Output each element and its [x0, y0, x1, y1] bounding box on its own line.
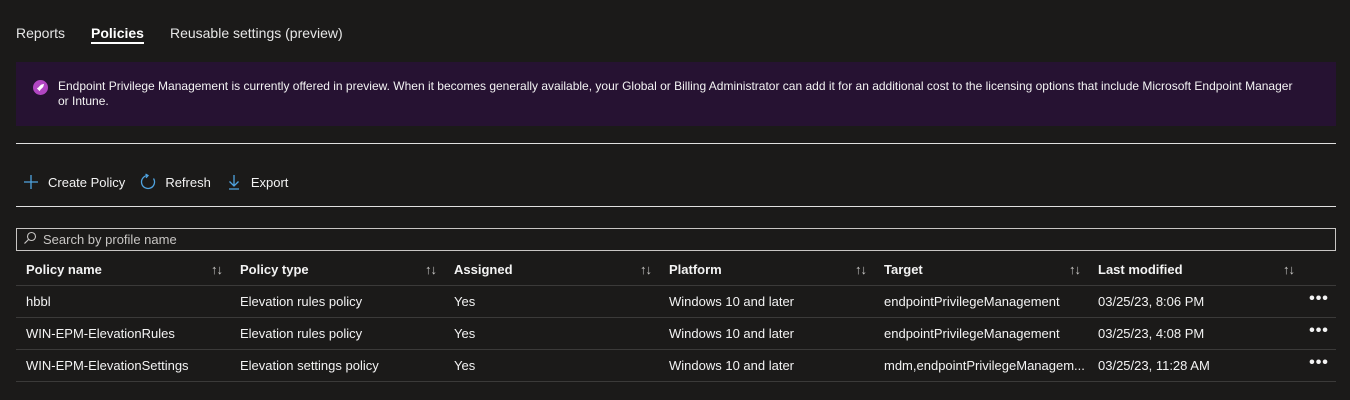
- more-options-icon[interactable]: •••: [1302, 322, 1336, 340]
- banner-message: Endpoint Privilege Management is current…: [58, 79, 1293, 108]
- policy-type-cell: Elevation settings policy: [240, 358, 379, 373]
- preview-banner: Endpoint Privilege Management is current…: [16, 62, 1336, 126]
- sort-icon[interactable]: ↑↓: [425, 262, 437, 277]
- column-label: Target: [884, 262, 923, 277]
- divider: [16, 143, 1336, 144]
- command-bar: Create Policy Refresh Export: [22, 170, 302, 194]
- last-modified-cell: 03/25/23, 4:08 PM: [1098, 326, 1205, 341]
- column-label: Policy type: [240, 262, 309, 277]
- tab-reusable-settings[interactable]: Reusable settings (preview): [170, 0, 343, 41]
- search-icon: [23, 231, 37, 248]
- column-label: Last modified: [1098, 262, 1183, 277]
- column-label: Platform: [669, 262, 722, 277]
- plus-icon: [22, 173, 40, 191]
- export-button[interactable]: Export: [225, 173, 289, 191]
- policy-type-cell: Elevation rules policy: [240, 294, 363, 309]
- column-header-policy-type[interactable]: Policy type ↑↓: [230, 262, 444, 277]
- refresh-label: Refresh: [165, 174, 211, 190]
- sort-icon[interactable]: ↑↓: [1069, 262, 1081, 277]
- refresh-button[interactable]: Refresh: [139, 173, 211, 191]
- more-options-icon[interactable]: •••: [1302, 290, 1336, 308]
- policy-name-cell[interactable]: WIN-EPM-ElevationSettings: [16, 358, 230, 373]
- assigned-cell: Yes: [454, 358, 476, 373]
- column-label: Policy name: [26, 262, 102, 277]
- target-cell: mdm,endpointPrivilegeManagem...: [884, 358, 1085, 373]
- rocket-icon: [33, 80, 48, 95]
- create-policy-button[interactable]: Create Policy: [22, 173, 125, 191]
- divider: [16, 206, 1336, 207]
- column-header-last-modified[interactable]: Last modified ↑↓: [1088, 262, 1302, 277]
- policy-name-cell[interactable]: WIN-EPM-ElevationRules: [16, 326, 230, 341]
- target-cell: endpointPrivilegeManagement: [884, 326, 1060, 341]
- policy-name-cell[interactable]: hbbl: [16, 294, 230, 309]
- tab-policies[interactable]: Policies: [91, 0, 144, 44]
- download-icon: [225, 173, 243, 191]
- export-label: Export: [250, 174, 289, 190]
- search-input[interactable]: [41, 231, 1325, 248]
- column-header-policy-name[interactable]: Policy name ↑↓: [16, 262, 230, 277]
- table-row[interactable]: WIN-EPM-ElevationSettings Elevation sett…: [16, 350, 1336, 382]
- tab-bar: Reports Policies Reusable settings (prev…: [16, 0, 369, 52]
- target-cell: endpointPrivilegeManagement: [884, 294, 1060, 309]
- page: Reports Policies Reusable settings (prev…: [0, 0, 1350, 400]
- table-row[interactable]: WIN-EPM-ElevationRules Elevation rules p…: [16, 318, 1336, 350]
- table-row[interactable]: hbbl Elevation rules policy Yes Windows …: [16, 286, 1336, 318]
- column-header-target[interactable]: Target ↑↓: [874, 262, 1088, 277]
- platform-cell: Windows 10 and later: [669, 326, 795, 341]
- sort-icon[interactable]: ↑↓: [1283, 262, 1295, 277]
- policy-type-cell: Elevation rules policy: [240, 326, 363, 341]
- platform-cell: Windows 10 and later: [669, 294, 795, 309]
- sort-icon[interactable]: ↑↓: [211, 262, 223, 277]
- column-label: Assigned: [454, 262, 513, 277]
- assigned-cell: Yes: [454, 326, 476, 341]
- refresh-icon: [139, 173, 157, 191]
- search-box: [16, 228, 1336, 251]
- policies-table: Policy name ↑↓ Policy type ↑↓ Assigned ↑…: [16, 254, 1336, 382]
- last-modified-cell: 03/25/23, 11:28 AM: [1098, 358, 1210, 373]
- column-header-platform[interactable]: Platform ↑↓: [659, 262, 874, 277]
- column-header-assigned[interactable]: Assigned ↑↓: [444, 262, 659, 277]
- create-policy-label: Create Policy: [48, 174, 126, 190]
- last-modified-cell: 03/25/23, 8:06 PM: [1098, 294, 1205, 309]
- more-options-icon[interactable]: •••: [1302, 354, 1336, 372]
- sort-icon[interactable]: ↑↓: [855, 262, 867, 277]
- tab-reports[interactable]: Reports: [16, 0, 65, 41]
- platform-cell: Windows 10 and later: [669, 358, 795, 373]
- sort-icon[interactable]: ↑↓: [640, 262, 652, 277]
- table-header: Policy name ↑↓ Policy type ↑↓ Assigned ↑…: [16, 254, 1336, 286]
- assigned-cell: Yes: [454, 294, 476, 309]
